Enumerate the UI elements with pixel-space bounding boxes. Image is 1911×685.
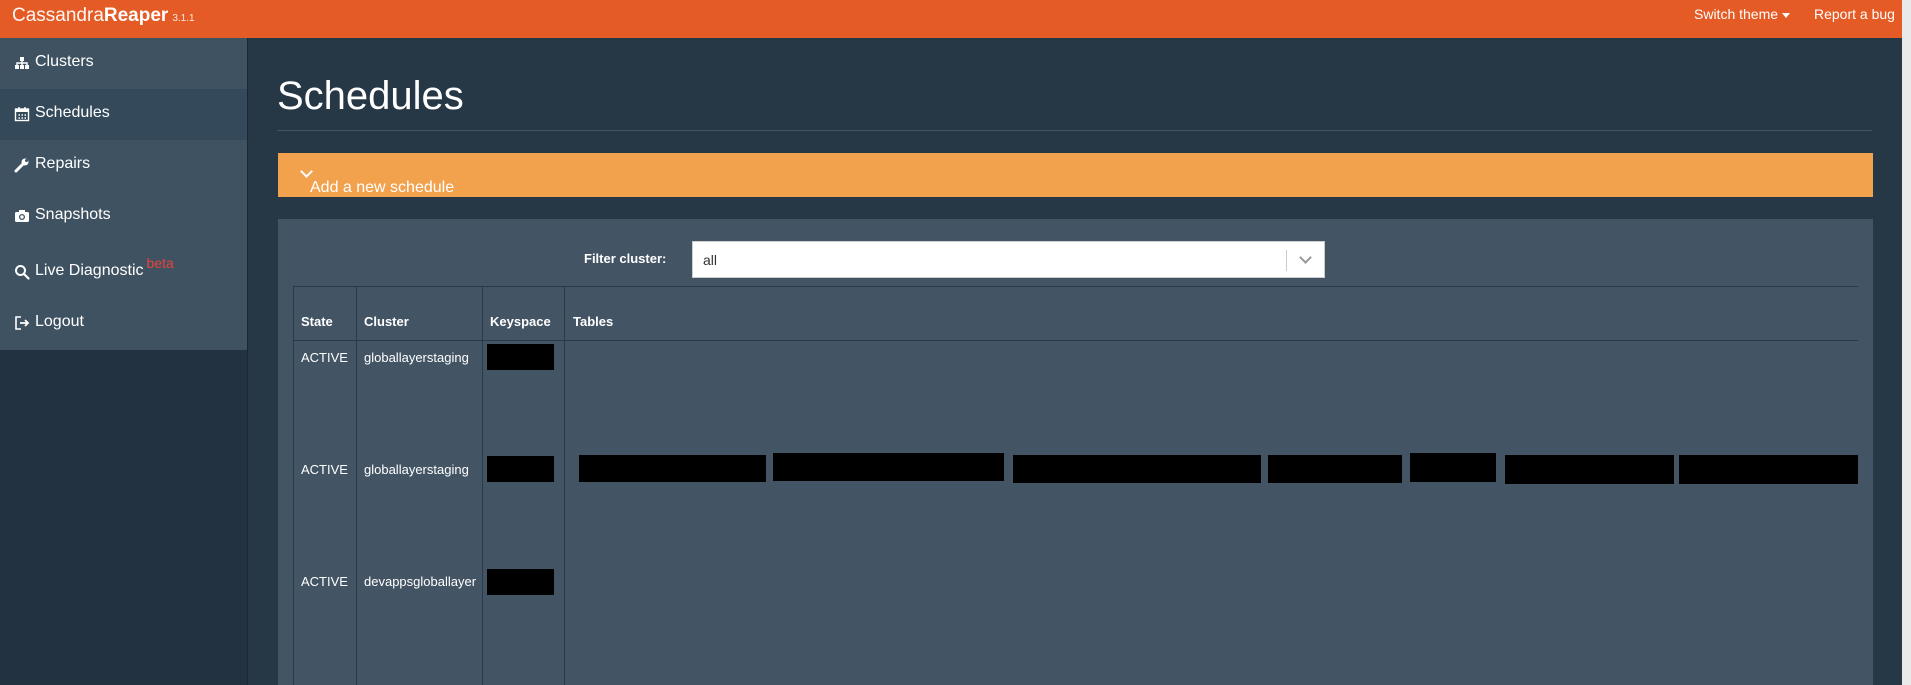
brand-name-bold: Reaper xyxy=(103,5,169,26)
sidebar-item-live-diagnostic[interactable]: Live Diagnostic beta xyxy=(0,242,247,298)
schedules-panel xyxy=(278,219,1873,685)
search-icon xyxy=(15,265,30,280)
title-divider xyxy=(277,130,1872,131)
redacted-table xyxy=(1013,455,1261,483)
calendar-icon xyxy=(14,107,30,122)
beta-badge: beta xyxy=(146,255,174,271)
sidebar-item-repairs[interactable]: Repairs xyxy=(0,140,247,191)
report-bug-link[interactable]: Report a bug xyxy=(1814,6,1895,22)
table-row-state: ACTIVE xyxy=(301,574,348,589)
sitemap-icon xyxy=(15,57,29,69)
table-col-border xyxy=(482,286,483,685)
sidebar-item-label: Live Diagnostic xyxy=(35,262,144,279)
redacted-keyspace xyxy=(487,569,554,595)
table-row-cluster: globallayerstaging xyxy=(364,462,469,477)
sidebar-item-label: Logout xyxy=(35,313,84,330)
sidebar-item-label: Snapshots xyxy=(35,206,111,223)
select-separator xyxy=(1286,250,1287,271)
table-row-cluster: globallayerstaging xyxy=(364,350,469,365)
redacted-keyspace xyxy=(487,456,554,482)
filter-cluster-value: all xyxy=(703,252,718,268)
sign-out-icon xyxy=(15,316,30,330)
table-row-state: ACTIVE xyxy=(301,350,348,365)
switch-theme-label: Switch theme xyxy=(1694,6,1779,22)
table-col-border xyxy=(564,286,565,685)
redacted-table xyxy=(1679,455,1858,484)
sidebar-item-clusters[interactable]: Clusters xyxy=(0,38,247,89)
redacted-table xyxy=(579,455,766,482)
caret-down-icon xyxy=(1782,12,1791,18)
sidebar-item-label: Repairs xyxy=(35,155,91,172)
add-schedule-label: Add a new schedule xyxy=(310,179,455,196)
app-version: 3.1.1 xyxy=(172,13,195,24)
sidebar-item-label: Clusters xyxy=(35,53,94,70)
chevron-down-icon xyxy=(1299,251,1312,264)
redacted-table xyxy=(773,453,1004,481)
col-header-tables[interactable]: Tables xyxy=(573,314,613,329)
brand-logo[interactable]: CassandraReaper 3.1.1 xyxy=(12,5,195,27)
top-navbar: CassandraReaper 3.1.1 Switch theme Report… xyxy=(0,0,1902,38)
sidebar-item-label: Schedules xyxy=(35,104,110,121)
table-header-border xyxy=(293,340,1858,341)
sidebar-item-snapshots[interactable]: Snapshots xyxy=(0,191,247,242)
sidebar-item-schedules[interactable]: Schedules xyxy=(0,89,247,140)
sidebar-menu: Clusters Schedules Repairs Snapshots Liv… xyxy=(0,38,247,350)
chevron-down-icon xyxy=(300,165,313,178)
redacted-table xyxy=(1268,455,1402,483)
table-row-state: ACTIVE xyxy=(301,462,348,477)
table-row-cluster: devappsgloballayer xyxy=(364,574,477,589)
page-scrollbar[interactable] xyxy=(1902,0,1911,685)
filter-cluster-label: Filter cluster: xyxy=(584,251,667,266)
filter-cluster-select[interactable]: all xyxy=(692,241,1325,278)
redacted-table xyxy=(1410,453,1496,482)
add-schedule-toggle[interactable]: Add a new schedule xyxy=(278,153,1873,197)
sidebar-item-logout[interactable]: Logout xyxy=(0,298,247,349)
brand-name-light: Cassandra xyxy=(12,5,104,26)
table-top-border xyxy=(293,286,1858,287)
wrench-icon xyxy=(14,158,29,173)
table-col-border xyxy=(293,286,294,685)
camera-icon xyxy=(15,210,29,222)
table-col-border xyxy=(356,286,357,685)
sidebar: Clusters Schedules Repairs Snapshots Liv… xyxy=(0,38,248,685)
col-header-cluster[interactable]: Cluster xyxy=(364,314,409,329)
col-header-state[interactable]: State xyxy=(301,314,333,329)
col-header-keyspace[interactable]: Keyspace xyxy=(490,314,551,329)
redacted-keyspace xyxy=(487,344,554,370)
page-title: Schedules xyxy=(277,74,464,118)
switch-theme-dropdown[interactable]: Switch theme xyxy=(1694,6,1791,22)
redacted-table xyxy=(1505,455,1674,484)
